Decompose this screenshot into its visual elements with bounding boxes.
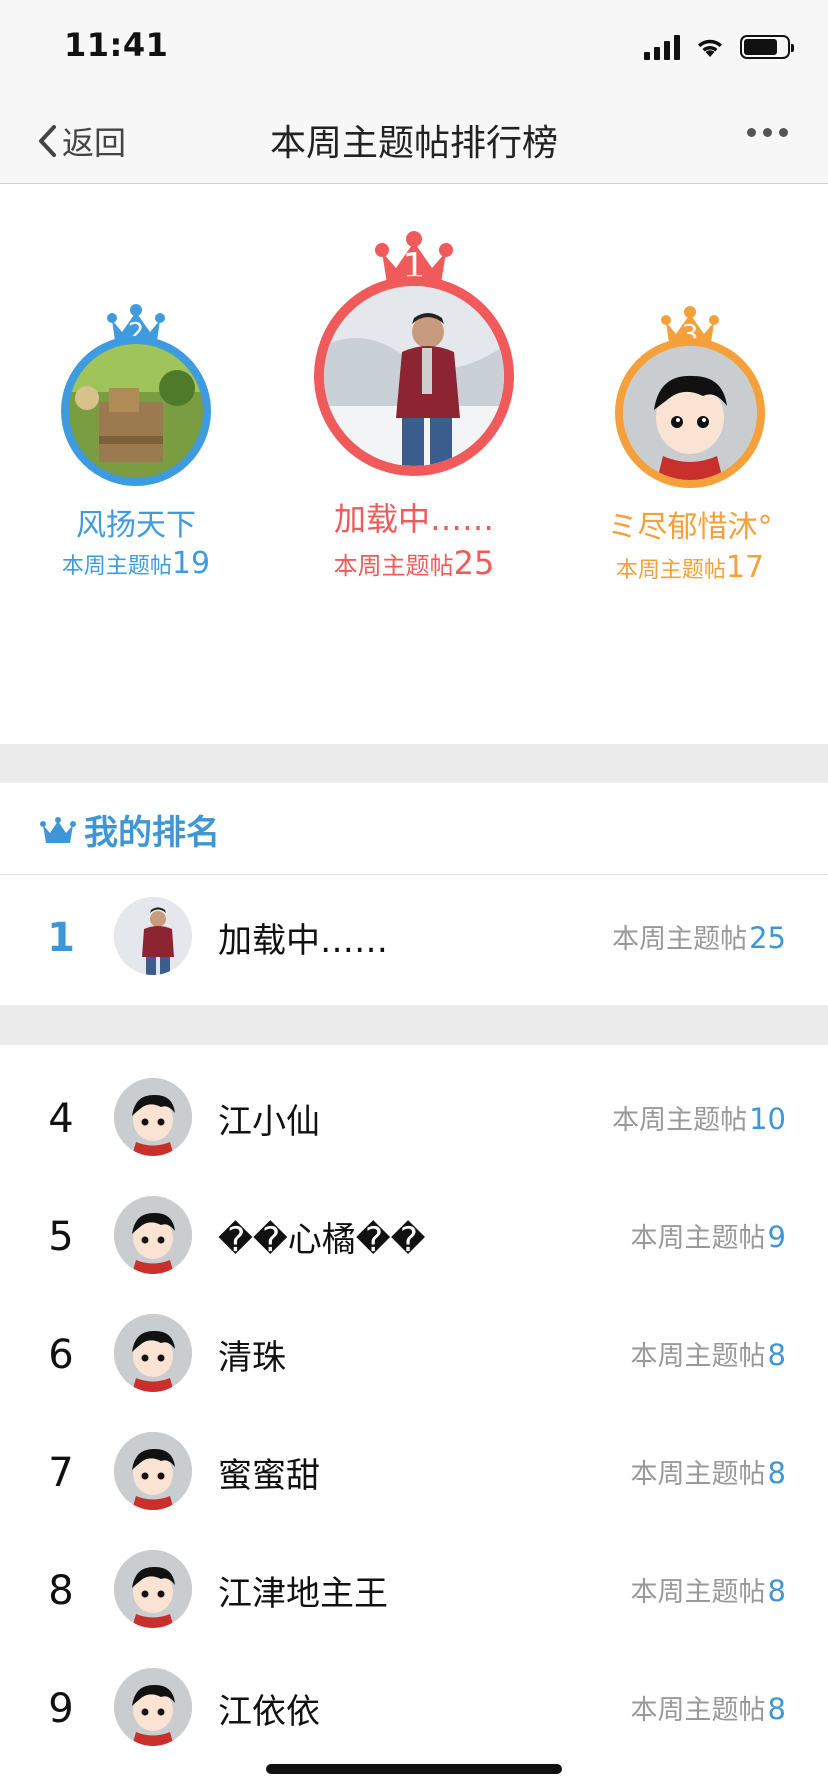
home-indicator <box>266 1764 562 1774</box>
post-count: 本周主题帖8 <box>631 1688 786 1727</box>
post-count-label: 本周主题帖 <box>630 1341 766 1372</box>
podium-third-avatar <box>615 338 765 488</box>
my-ranking-count-label: 本周主题帖 <box>612 924 748 955</box>
my-ranking-count: 本周主题帖25 <box>612 917 786 956</box>
section-divider <box>0 1005 828 1045</box>
post-count-value: 9 <box>767 1220 786 1254</box>
post-count: 本周主题帖8 <box>631 1334 786 1373</box>
podium-second-count-value: 19 <box>171 546 211 581</box>
user-name: 清珠 <box>218 1338 286 1378</box>
user-name: 江小仙 <box>218 1102 320 1142</box>
my-ranking-row[interactable]: 1 加载中…… 本周主题帖25 <box>0 877 828 995</box>
my-ranking-name: 加载中…… <box>218 921 388 961</box>
list-item[interactable]: 9 江依依 本周主题帖8 <box>0 1648 828 1766</box>
avatar <box>114 1314 192 1392</box>
battery-icon <box>740 35 794 59</box>
post-count-value: 10 <box>749 1102 786 1136</box>
post-count: 本周主题帖8 <box>631 1452 786 1491</box>
page-title: 本周主题帖排行榜 <box>269 123 558 164</box>
rank-number: 4 <box>48 1096 74 1142</box>
podium-first-avatar <box>314 276 514 476</box>
podium-second-name: 风扬天下 <box>76 508 196 543</box>
list-item[interactable]: 6 清珠 本周主题帖8 <box>0 1294 828 1412</box>
avatar <box>114 1432 192 1510</box>
avatar <box>114 897 192 975</box>
podium-second-avatar <box>61 336 211 486</box>
my-ranking-header: 我的排名 <box>0 783 828 875</box>
list-item[interactable]: 4 江小仙 本周主题帖10 <box>0 1058 828 1176</box>
post-count-label: 本周主题帖 <box>630 1695 766 1726</box>
podium-third-count: 本周主题帖17 <box>590 550 790 585</box>
user-name: 江津地主王 <box>218 1574 388 1614</box>
avatar <box>114 1078 192 1156</box>
wifi-icon <box>698 39 722 57</box>
rank-number: 6 <box>48 1332 74 1378</box>
post-count: 本周主题帖8 <box>631 1570 786 1609</box>
post-count-value: 8 <box>767 1574 786 1608</box>
my-rank-number: 1 <box>47 915 75 961</box>
user-name: 江依依 <box>218 1692 320 1732</box>
more-dots-icon[interactable] <box>747 128 788 137</box>
podium: 2 风扬天下 本周主题帖19 1 加载中…… 本周主题帖25 3 ミ尽郁惜沐° … <box>0 184 828 744</box>
crown-icon <box>40 817 76 843</box>
podium-third-count-label: 本周主题帖 <box>615 558 726 583</box>
post-count: 本周主题帖10 <box>612 1098 786 1137</box>
rank-number: 5 <box>48 1214 74 1260</box>
list-item[interactable]: 7 蜜蜜甜 本周主题帖8 <box>0 1412 828 1530</box>
post-count-value: 8 <box>767 1338 786 1372</box>
user-name: ��心橘�� <box>218 1220 426 1260</box>
post-count-label: 本周主题帖 <box>612 1105 748 1136</box>
system-icons <box>644 34 794 60</box>
my-ranking-count-value: 25 <box>749 921 786 955</box>
user-name: 蜜蜜甜 <box>218 1456 320 1496</box>
podium-third-name: ミ尽郁惜沐° <box>607 510 773 545</box>
section-divider <box>0 744 828 783</box>
my-ranking-title: 我的排名 <box>84 813 220 853</box>
post-count-label: 本周主题帖 <box>630 1223 766 1254</box>
list-item[interactable]: 5 ��心橘�� 本周主题帖9 <box>0 1176 828 1294</box>
podium-third[interactable]: 3 ミ尽郁惜沐° 本周主题帖17 <box>590 306 790 626</box>
podium-first-count: 本周主题帖25 <box>298 544 530 582</box>
signal-icon <box>644 34 680 60</box>
post-count-label: 本周主题帖 <box>630 1459 766 1490</box>
podium-second-count-label: 本周主题帖 <box>61 554 172 579</box>
rank-number: 7 <box>48 1450 74 1496</box>
rank-number: 8 <box>48 1568 74 1614</box>
post-count: 本周主题帖9 <box>631 1216 786 1255</box>
status-bar: 11:41 <box>0 0 828 92</box>
podium-second-count: 本周主题帖19 <box>38 546 234 581</box>
rank-number: 9 <box>48 1686 74 1732</box>
podium-first-count-label: 本周主题帖 <box>333 552 454 580</box>
post-count-label: 本周主题帖 <box>630 1577 766 1608</box>
podium-first-name: 加载中…… <box>333 500 494 538</box>
post-count-value: 8 <box>767 1456 786 1490</box>
avatar <box>114 1550 192 1628</box>
avatar <box>114 1668 192 1746</box>
podium-second[interactable]: 2 风扬天下 本周主题帖19 <box>38 304 234 624</box>
podium-first[interactable]: 1 加载中…… 本周主题帖25 <box>298 230 530 600</box>
status-time: 11:41 <box>64 26 169 64</box>
podium-third-count-value: 17 <box>725 550 765 585</box>
podium-first-count-value: 25 <box>453 544 495 582</box>
list-item[interactable]: 8 江津地主王 本周主题帖8 <box>0 1530 828 1648</box>
nav-bar: 返回 本周主题帖排行榜 <box>0 92 828 184</box>
post-count-value: 8 <box>767 1692 786 1726</box>
avatar <box>114 1196 192 1274</box>
